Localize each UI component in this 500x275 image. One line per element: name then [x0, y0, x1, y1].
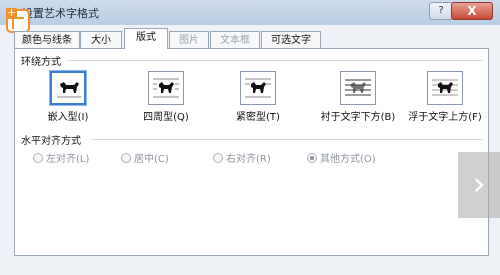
radio-circle	[213, 153, 223, 163]
alignment-heading: 水平对齐方式	[21, 136, 81, 147]
tab-colors-lines[interactable]: 颜色与线条	[14, 31, 80, 48]
wrap-tight-label: 紧密型(T)	[236, 112, 280, 123]
help-button[interactable]: ?	[429, 2, 453, 20]
wrap-tight-icon	[240, 71, 276, 105]
wrap-in-front-label: 浮于文字上方(F)	[408, 112, 482, 123]
align-left-label: 左对齐(L)	[46, 154, 90, 165]
wrap-inline-icon	[49, 70, 87, 106]
wrap-in-front-option[interactable]: 浮于文字上方(F)	[405, 71, 485, 123]
layout-panel: 环绕方式 嵌入型(I) 四周型(Q) 紧密型(T) 衬于文字下方(B) 浮于文字…	[14, 48, 489, 256]
wrapping-heading: 环绕方式	[21, 57, 61, 68]
window-title: 设置艺术字格式	[22, 7, 99, 20]
tab-alt-text[interactable]: 可选文字	[261, 31, 321, 48]
wrap-behind-text-option[interactable]: 衬于文字下方(B)	[315, 71, 401, 123]
wrap-behind-text-label: 衬于文字下方(B)	[320, 112, 396, 123]
align-center-label: 居中(C)	[134, 154, 169, 165]
wrap-square-icon	[148, 71, 184, 105]
radio-circle	[33, 153, 43, 163]
next-arrow-icon[interactable]: ›	[458, 152, 500, 218]
tab-picture: 图片	[169, 31, 209, 48]
align-left-radio: 左对齐(L)	[33, 150, 89, 165]
wrapping-separator	[67, 60, 483, 61]
wrap-inline-label: 嵌入型(I)	[47, 112, 89, 123]
align-right-radio: 右对齐(R)	[213, 150, 271, 165]
tab-size[interactable]: 大小	[80, 31, 122, 48]
align-center-radio: 居中(C)	[121, 150, 169, 165]
radio-circle	[121, 153, 131, 163]
wrap-square-label: 四周型(Q)	[143, 112, 189, 123]
format-wordart-dialog: 设置艺术字格式 ? X + 颜色与线条 大小 版式 图片 文本框 可选文字 环绕…	[0, 0, 500, 275]
radio-circle-checked	[307, 153, 317, 163]
app-logo-icon: +	[6, 6, 30, 33]
wrap-behind-text-icon	[340, 71, 376, 105]
wrap-inline-option[interactable]: 嵌入型(I)	[31, 70, 105, 123]
wrap-in-front-icon	[427, 71, 463, 105]
alignment-separator	[91, 139, 483, 140]
align-right-label: 右对齐(R)	[226, 154, 271, 165]
title-bar[interactable]: 设置艺术字格式 ? X	[0, 0, 500, 25]
align-other-radio: 其他方式(O)	[307, 150, 376, 165]
tab-layout[interactable]: 版式	[124, 28, 168, 49]
align-other-label: 其他方式(O)	[320, 154, 376, 165]
wrap-square-option[interactable]: 四周型(Q)	[129, 71, 203, 123]
close-button[interactable]: X	[451, 2, 493, 20]
wrap-tight-option[interactable]: 紧密型(T)	[221, 71, 295, 123]
plus-icon: +	[6, 6, 17, 19]
tab-textbox: 文本框	[210, 31, 260, 48]
